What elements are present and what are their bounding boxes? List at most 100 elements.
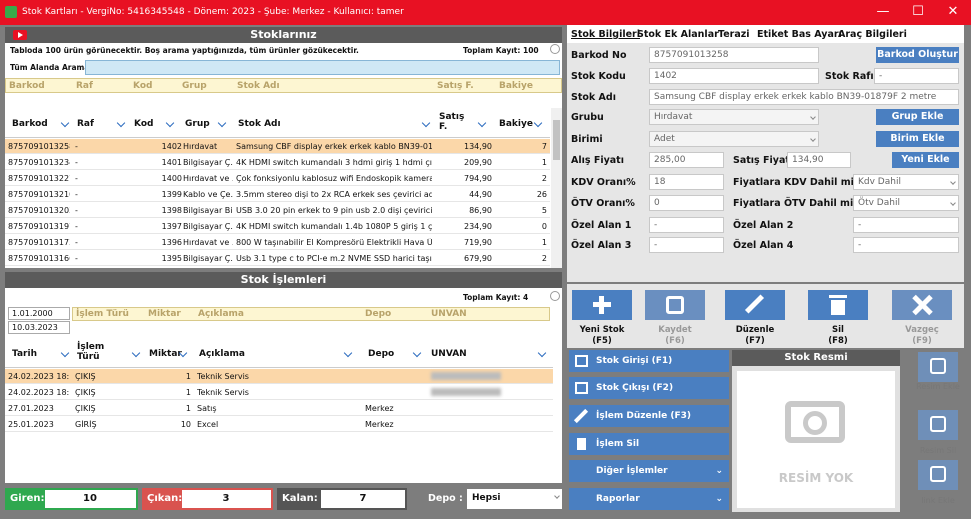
filter-islem-turu[interactable]: İşlem Türü — [76, 309, 129, 319]
ozel-alan-3-input[interactable]: - — [649, 237, 724, 253]
duzenle-button[interactable] — [725, 290, 785, 320]
col-stok-adi[interactable]: Stok Adı — [238, 119, 281, 129]
minimize-button[interactable]: — — [866, 0, 900, 25]
islem-duzenle-button[interactable]: İşlem Düzenle (F3) — [569, 405, 729, 427]
stok-rafi-input[interactable]: - — [874, 68, 959, 84]
table-row[interactable]: 8757091013210- 1399 Kablo ve Çe... 3.5mm st… — [5, 187, 550, 202]
islemler-filter-row[interactable]: İşlem Türü Miktar Açıklama Depo UNVAN — [72, 307, 550, 321]
ozel-alan-2-input[interactable]: - — [853, 217, 959, 233]
grup-ekle-button[interactable]: Grup Ekle — [876, 109, 959, 125]
ozel-alan-4-input[interactable]: - — [853, 237, 959, 253]
col-unvan[interactable]: UNVAN — [431, 349, 467, 359]
chevron-down-icon[interactable] — [131, 348, 141, 358]
tab-arac-bilgileri[interactable]: Araç Bilgileri — [838, 29, 907, 40]
table-row[interactable]: 8757091013166- 1395 Bilgisayar Ç... Usb 3.1… — [5, 251, 550, 266]
scroll-thumb[interactable] — [553, 120, 560, 160]
maximize-button[interactable]: ☐ — [901, 0, 935, 25]
chevron-down-icon[interactable] — [477, 118, 487, 128]
link-ekle-button[interactable] — [918, 460, 958, 490]
vazgec-button[interactable] — [892, 290, 952, 320]
col-satis[interactable]: Satış F. — [439, 112, 469, 132]
birim-select[interactable]: Adet — [649, 131, 819, 147]
table-row[interactable]: 24.02.2023 18:... ÇIKIŞ 1 Teknik Servis — [5, 369, 553, 384]
barkod-olustur-button[interactable]: Barkod Oluştur — [876, 47, 959, 63]
filter-unvan[interactable]: UNVAN — [431, 309, 467, 319]
filter-raf[interactable]: Raf — [76, 81, 93, 91]
table-row[interactable]: 8757091013258- 1402 Hırdavat Samsung CBF di… — [5, 139, 550, 154]
table-row[interactable]: 24.02.2023 18:... ÇIKIŞ 1 Teknik Servis — [5, 385, 553, 400]
resim-ekle-button[interactable] — [918, 352, 958, 382]
alis-fiyati-input[interactable]: 285,00 — [649, 152, 724, 168]
table-row[interactable]: 8757091013173- 1396Hırdavat ve ...800 W t… — [5, 235, 550, 250]
tab-stok-ek-alanlar[interactable]: Stok Ek Alanlar — [637, 29, 719, 40]
col-miktar[interactable]: Miktar — [149, 349, 182, 359]
filter-grup[interactable]: Grup — [182, 81, 207, 91]
filter-satis[interactable]: Satış F. — [437, 81, 474, 91]
search-input[interactable] — [85, 60, 560, 75]
chevron-down-icon[interactable] — [60, 348, 70, 358]
diger-islemler-button[interactable]: Diğer İşlemler ⌄ — [569, 460, 729, 482]
table-row[interactable]: 8757091013234- 1401 Bilgisayar Ç... 4K HDMI… — [5, 155, 550, 170]
stoklar-filter-row[interactable]: Barkod Raf Kod Grup Stok Adı Satış F. Ba… — [5, 78, 562, 93]
kdv-input[interactable]: 18 — [649, 174, 724, 190]
settings-gear-icon[interactable] — [550, 291, 560, 301]
chevron-down-icon[interactable] — [165, 118, 175, 128]
col-kod[interactable]: Kod — [134, 119, 153, 129]
otv-dahil-select[interactable]: Ötv Dahil — [853, 195, 959, 211]
yeni-ekle-button[interactable]: Yeni Ekle — [892, 152, 959, 168]
resim-sil-button[interactable] — [918, 410, 958, 440]
table-row[interactable]: 8757091013203- 1398Bilgisayar Bil...USB 3… — [5, 203, 550, 218]
stok-adi-input[interactable]: Samsung CBF display erkek erkek kablo BN… — [649, 89, 959, 105]
col-raf[interactable]: Raf — [77, 119, 94, 129]
filter-aciklama[interactable]: Açıklama — [198, 309, 244, 319]
grup-select[interactable]: Hırdavat — [649, 109, 819, 125]
islem-sil-button[interactable]: İşlem Sil — [569, 433, 729, 455]
chevron-down-icon[interactable] — [412, 348, 422, 358]
col-depo[interactable]: Depo — [368, 349, 394, 359]
filter-bakiye[interactable]: Bakiye — [499, 81, 533, 91]
chevron-down-icon[interactable] — [533, 118, 543, 128]
table-row[interactable]: 27.01.2023 ÇIKIŞ 1 Satış Merkez — [5, 401, 553, 416]
settings-gear-icon[interactable] — [550, 44, 560, 54]
chevron-down-icon[interactable] — [116, 118, 126, 128]
tab-terazi[interactable]: Terazi — [718, 29, 750, 40]
col-bakiye[interactable]: Bakiye — [499, 119, 533, 129]
tab-stok-bilgileri[interactable]: Stok Bilgileri — [571, 29, 640, 40]
raporlar-button[interactable]: Raporlar ⌄ — [569, 488, 729, 510]
date-from-input[interactable]: 1.01.2000 — [8, 307, 70, 320]
filter-stok-adi[interactable]: Stok Adı — [237, 81, 280, 91]
kdv-dahil-select[interactable]: Kdv Dahil — [853, 174, 959, 190]
depo-select[interactable]: Hepsi — [467, 489, 562, 509]
yeni-stok-button[interactable] — [572, 290, 632, 320]
col-tarih[interactable]: Tarih — [12, 349, 37, 359]
otv-input[interactable]: 0 — [649, 195, 724, 211]
date-to-input[interactable]: 10.03.2023 — [8, 321, 70, 334]
col-islem-turu[interactable]: İşlem Türü — [77, 342, 109, 362]
col-aciklama[interactable]: Açıklama — [199, 349, 245, 359]
play-icon[interactable] — [13, 30, 27, 40]
stoklar-scrollbar[interactable] — [551, 108, 562, 268]
col-barkod[interactable]: Barkod — [12, 119, 48, 129]
filter-miktar[interactable]: Miktar — [148, 309, 181, 319]
chevron-down-icon[interactable] — [60, 118, 70, 128]
col-grup[interactable]: Grup — [185, 119, 210, 129]
table-row[interactable]: 25.01.2023 GİRİŞ 10 Excel Merkez — [5, 417, 553, 432]
chevron-down-icon[interactable] — [421, 118, 431, 128]
barkod-input[interactable]: 8757091013258 — [649, 47, 819, 63]
filter-kod[interactable]: Kod — [133, 81, 152, 91]
stok-girisi-button[interactable]: Stok Girişi (F1) — [569, 350, 729, 372]
stok-cikisi-button[interactable]: Stok Çıkışı (F2) — [569, 377, 729, 399]
table-row[interactable]: 8757091013197- 1397 Bilgisayar Ç... 4K HDMI… — [5, 219, 550, 234]
satis-fiyati-input[interactable]: 134,90 — [787, 152, 851, 168]
close-button[interactable]: ✕ — [936, 0, 970, 25]
birim-ekle-button[interactable]: Birim Ekle — [876, 131, 959, 147]
table-row[interactable]: 8757091013227- 1400Hırdavat ve ...Çok fon… — [5, 171, 550, 186]
chevron-down-icon[interactable] — [217, 118, 227, 128]
tab-etiket-bas-ayari[interactable]: Etiket Bas Ayarı — [757, 29, 842, 40]
filter-barkod[interactable]: Barkod — [9, 81, 45, 91]
sil-button[interactable] — [808, 290, 868, 320]
stok-kodu-input[interactable]: 1402 — [649, 68, 819, 84]
ozel-alan-1-input[interactable]: - — [649, 217, 724, 233]
chevron-down-icon[interactable] — [537, 348, 547, 358]
kaydet-button[interactable] — [645, 290, 705, 320]
